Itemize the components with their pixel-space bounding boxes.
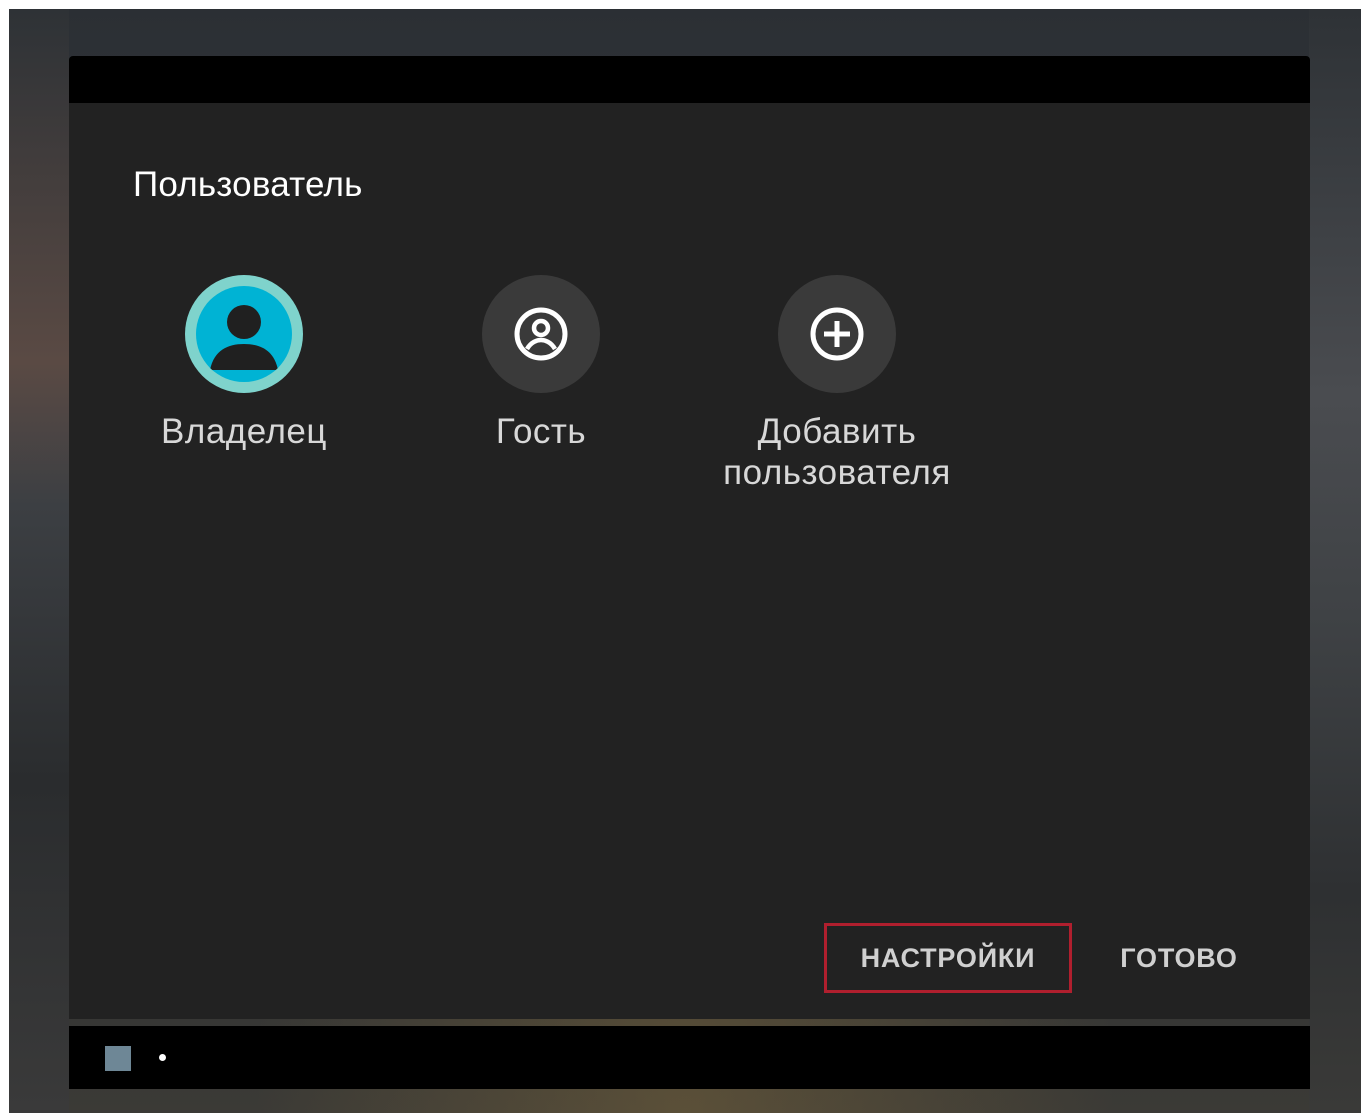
recent-apps-square-icon[interactable] xyxy=(105,1046,131,1071)
user-tile-add-user[interactable]: Добавить пользователя xyxy=(712,275,962,493)
add-circle-icon xyxy=(810,307,864,361)
notification-dot-icon xyxy=(159,1054,166,1061)
screen-background: Пользователь Владелец Гость Добавить пол… xyxy=(9,9,1361,1113)
user-tile-owner[interactable]: Владелец xyxy=(119,275,369,452)
navigation-bar xyxy=(69,1026,1310,1089)
add-user-avatar[interactable] xyxy=(778,275,896,393)
user-switcher-dialog: Пользователь Владелец Гость Добавить пол… xyxy=(69,103,1310,1019)
guest-account-icon xyxy=(514,307,568,361)
done-button[interactable]: ГОТОВО xyxy=(1099,923,1259,993)
user-label-owner: Владелец xyxy=(161,412,327,451)
user-label-guest: Гость xyxy=(495,412,587,451)
owner-avatar[interactable] xyxy=(185,275,303,393)
settings-button[interactable]: НАСТРОЙКИ xyxy=(824,923,1072,993)
user-tile-guest[interactable]: Гость xyxy=(416,275,666,452)
user-label-add-user-line1: Добавить xyxy=(757,412,917,451)
wallpaper-right-strip xyxy=(1309,9,1361,1113)
dialog-status-bar xyxy=(69,56,1310,103)
dialog-title: Пользователь xyxy=(133,165,363,204)
user-label-add-user-line2: пользователя xyxy=(723,453,951,492)
wallpaper-left-strip xyxy=(9,9,69,1113)
owner-avatar-icon xyxy=(210,305,278,370)
user-label-add-user: Добавить пользователя xyxy=(712,411,962,493)
guest-avatar[interactable] xyxy=(482,275,600,393)
